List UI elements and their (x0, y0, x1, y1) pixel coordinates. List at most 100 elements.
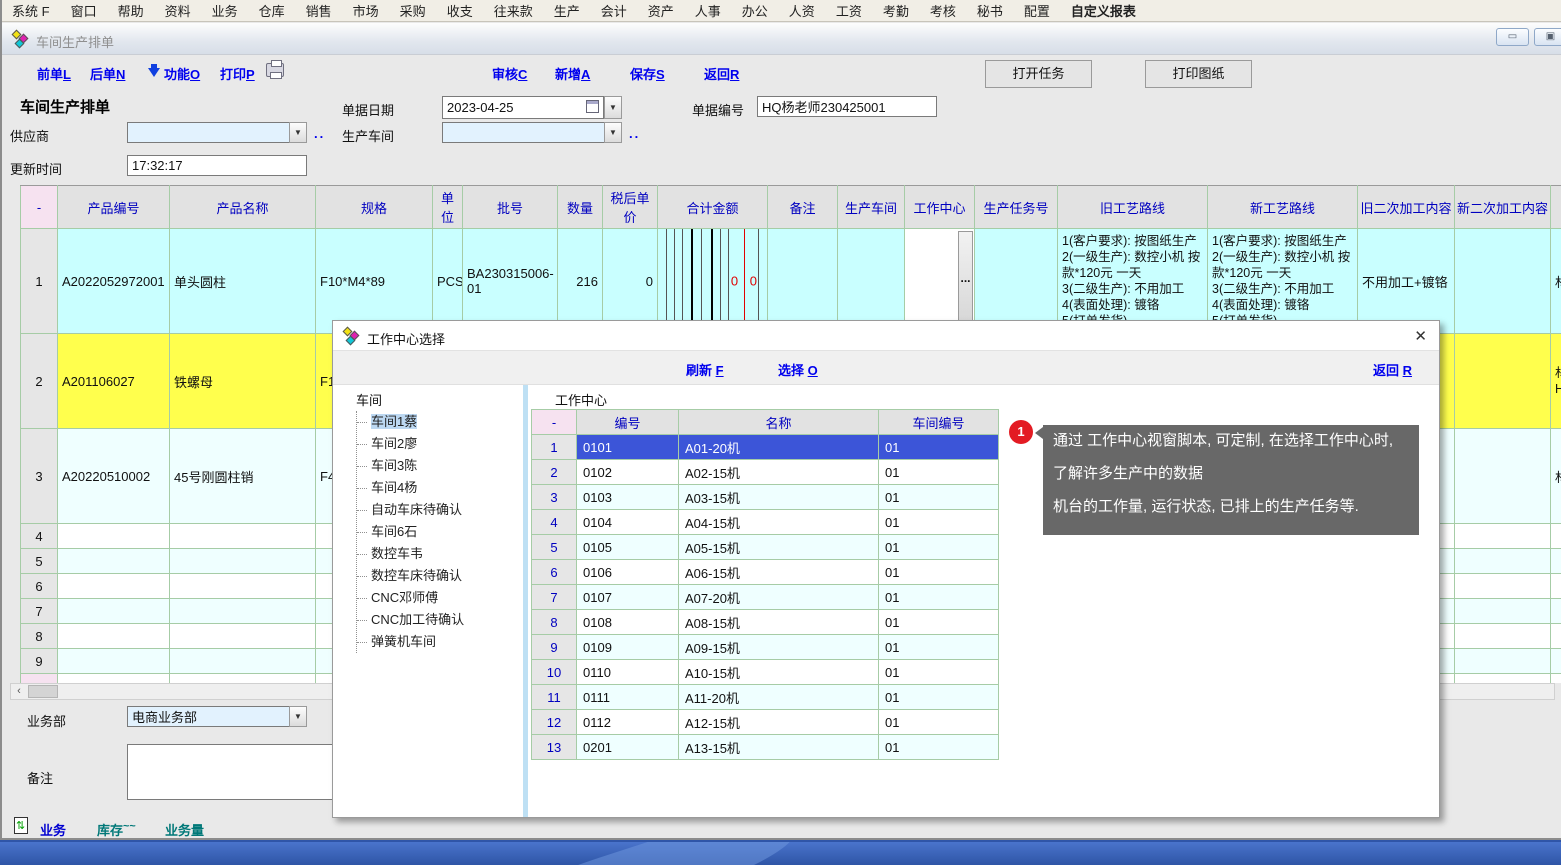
tree-item-spring-machine[interactable]: 弹簧机车间 (357, 631, 521, 653)
col-header-product-code[interactable]: 产品编号 (58, 186, 170, 229)
menu-item-purchase[interactable]: 采购 (400, 1, 426, 20)
tree-item-cnc-deng[interactable]: CNC邓师傅 (357, 587, 521, 609)
cell-name[interactable]: A08-15机 (679, 610, 879, 635)
cell-rownum[interactable]: 1 (532, 435, 577, 460)
tab-business[interactable]: 业务 (40, 820, 66, 839)
grid-cell-new-route[interactable]: 1(客户要求): 按图纸生产 2(一级生产): 数控小机 按款*120元 一天 … (1208, 229, 1358, 334)
dialog-return-button[interactable]: 返回 R (1373, 360, 1412, 379)
grid-cell[interactable]: 2 (21, 334, 58, 429)
menu-item-salary[interactable]: 工资 (836, 1, 862, 20)
col-header-edge[interactable]: 备 (1551, 186, 1561, 229)
menu-item-config[interactable]: 配置 (1024, 1, 1050, 20)
cell-name[interactable]: A02-15机 (679, 460, 879, 485)
menu-item-window[interactable]: 窗口 (71, 1, 97, 20)
grid-cell[interactable] (1551, 524, 1561, 549)
list-item[interactable]: 60106A06-15机01 (532, 560, 999, 585)
list-item[interactable]: 80108A08-15机01 (532, 610, 999, 635)
grid-cell[interactable]: F10*M4*89 (316, 229, 433, 334)
grid-cell[interactable]: 材 (1551, 429, 1561, 524)
grid-cell[interactable] (170, 574, 316, 599)
tree-item-workshop3[interactable]: 车间3陈 (357, 455, 521, 477)
cell-workshop-code[interactable]: 01 (879, 610, 999, 635)
cell-rownum[interactable]: 10 (532, 660, 577, 685)
supplier-browse-link[interactable]: .. (314, 126, 325, 141)
list-item[interactable]: 30103A03-15机01 (532, 485, 999, 510)
restore-button[interactable]: ▣ (1534, 28, 1561, 46)
grid-cell[interactable]: 3 (21, 429, 58, 524)
dlg-col-name[interactable]: 名称 (679, 410, 879, 435)
cell-name[interactable]: A11-20机 (679, 685, 879, 710)
workshop-browse-link[interactable]: .. (629, 126, 640, 141)
add-button[interactable]: 新增A (555, 64, 590, 83)
grid-cell[interactable]: 材 HQ (1551, 334, 1561, 429)
list-item[interactable]: 50105A05-15机01 (532, 535, 999, 560)
cell-rownum[interactable]: 4 (532, 510, 577, 535)
col-header-old-route[interactable]: 旧工艺路线 (1058, 186, 1208, 229)
date-input[interactable] (442, 96, 604, 119)
workcenter-browse-button[interactable]: ... (958, 231, 973, 331)
cell-rownum[interactable]: 3 (532, 485, 577, 510)
grid-cell[interactable]: 5 (21, 549, 58, 574)
cell-code[interactable]: 0201 (577, 735, 679, 760)
menu-item-attendance[interactable]: 考勤 (883, 1, 909, 20)
open-task-button[interactable]: 打开任务 (985, 60, 1092, 88)
grid-cell[interactable] (170, 624, 316, 649)
grid-cell[interactable]: A201106027 (58, 334, 170, 429)
menu-item-hr[interactable]: 人事 (695, 1, 721, 20)
list-item[interactable]: 130201A13-15机01 (532, 735, 999, 760)
tree-item-workshop4[interactable]: 车间4杨 (357, 477, 521, 499)
menu-item-secretary[interactable]: 秘书 (977, 1, 1003, 20)
grid-cell[interactable] (1551, 549, 1561, 574)
grid-cell[interactable] (170, 649, 316, 674)
dlg-col-code[interactable]: 编号 (577, 410, 679, 435)
scrollbar-thumb[interactable] (28, 685, 58, 698)
minimize-button[interactable]: ▭ (1496, 28, 1529, 46)
grid-cell[interactable]: 0 (603, 229, 658, 334)
print-drawing-button[interactable]: 打印图纸 (1145, 60, 1252, 88)
cell-name[interactable]: A09-15机 (679, 635, 879, 660)
splitter[interactable] (523, 385, 528, 817)
col-header-old-secondary[interactable]: 旧二次加工内容 (1358, 186, 1455, 229)
cell-workshop-code[interactable]: 01 (879, 635, 999, 660)
grid-cell[interactable] (58, 599, 170, 624)
grid-cell[interactable]: 4 (21, 524, 58, 549)
grid-cell[interactable] (170, 524, 316, 549)
tree-item-cnc-lathe[interactable]: 数控车韦 (357, 543, 521, 565)
col-header-product-name[interactable]: 产品名称 (170, 186, 316, 229)
grid-cell[interactable]: 7 (21, 599, 58, 624)
grid-cell[interactable] (58, 524, 170, 549)
cell-rownum[interactable]: 12 (532, 710, 577, 735)
tab-volume[interactable]: 业务量 (165, 820, 204, 839)
cell-code[interactable]: 0103 (577, 485, 679, 510)
dialog-titlebar[interactable]: 工作中心选择 ✕ (333, 321, 1439, 351)
cell-workshop-code[interactable]: 01 (879, 560, 999, 585)
grid-cell[interactable]: 216 (558, 229, 603, 334)
grid-cell[interactable]: 铁螺母 (170, 334, 316, 429)
grid-cell[interactable] (1455, 429, 1551, 524)
tree-item-cnc-lathe-pending[interactable]: 数控车床待确认 (357, 565, 521, 587)
grid-cell[interactable] (1455, 624, 1551, 649)
grid-cell[interactable]: BA230315006-01 (463, 229, 558, 334)
tree-item-autolathe[interactable]: 自动车床待确认 (357, 499, 521, 521)
grid-cell-amount[interactable]: 0 0 (658, 229, 768, 334)
menu-item-assets[interactable]: 资产 (648, 1, 674, 20)
grid-cell[interactable] (170, 674, 316, 684)
grid-cell[interactable] (1551, 649, 1561, 674)
supplier-input[interactable] (127, 122, 290, 143)
cell-code[interactable]: 0109 (577, 635, 679, 660)
col-header-workcenter[interactable]: 工作中心 (905, 186, 975, 229)
col-header-amount[interactable]: 合计金额 (658, 186, 768, 229)
grid-cell[interactable] (1551, 574, 1561, 599)
grid-cell[interactable] (58, 624, 170, 649)
menu-item-office[interactable]: 办公 (742, 1, 768, 20)
save-button[interactable]: 保存S (630, 64, 665, 83)
grid-cell[interactable]: A2022052972001 (58, 229, 170, 334)
cell-workshop-code[interactable]: 01 (879, 460, 999, 485)
col-header-new-secondary[interactable]: 新二次加工内容 (1455, 186, 1551, 229)
cell-code[interactable]: 0106 (577, 560, 679, 585)
col-header-new-route[interactable]: 新工艺路线 (1208, 186, 1358, 229)
cell-rownum[interactable]: 13 (532, 735, 577, 760)
list-item[interactable]: 20102A02-15机01 (532, 460, 999, 485)
tree-item-cnc-pending[interactable]: CNC加工待确认 (357, 609, 521, 631)
workshop-dropdown-button[interactable]: ▼ (604, 122, 622, 143)
